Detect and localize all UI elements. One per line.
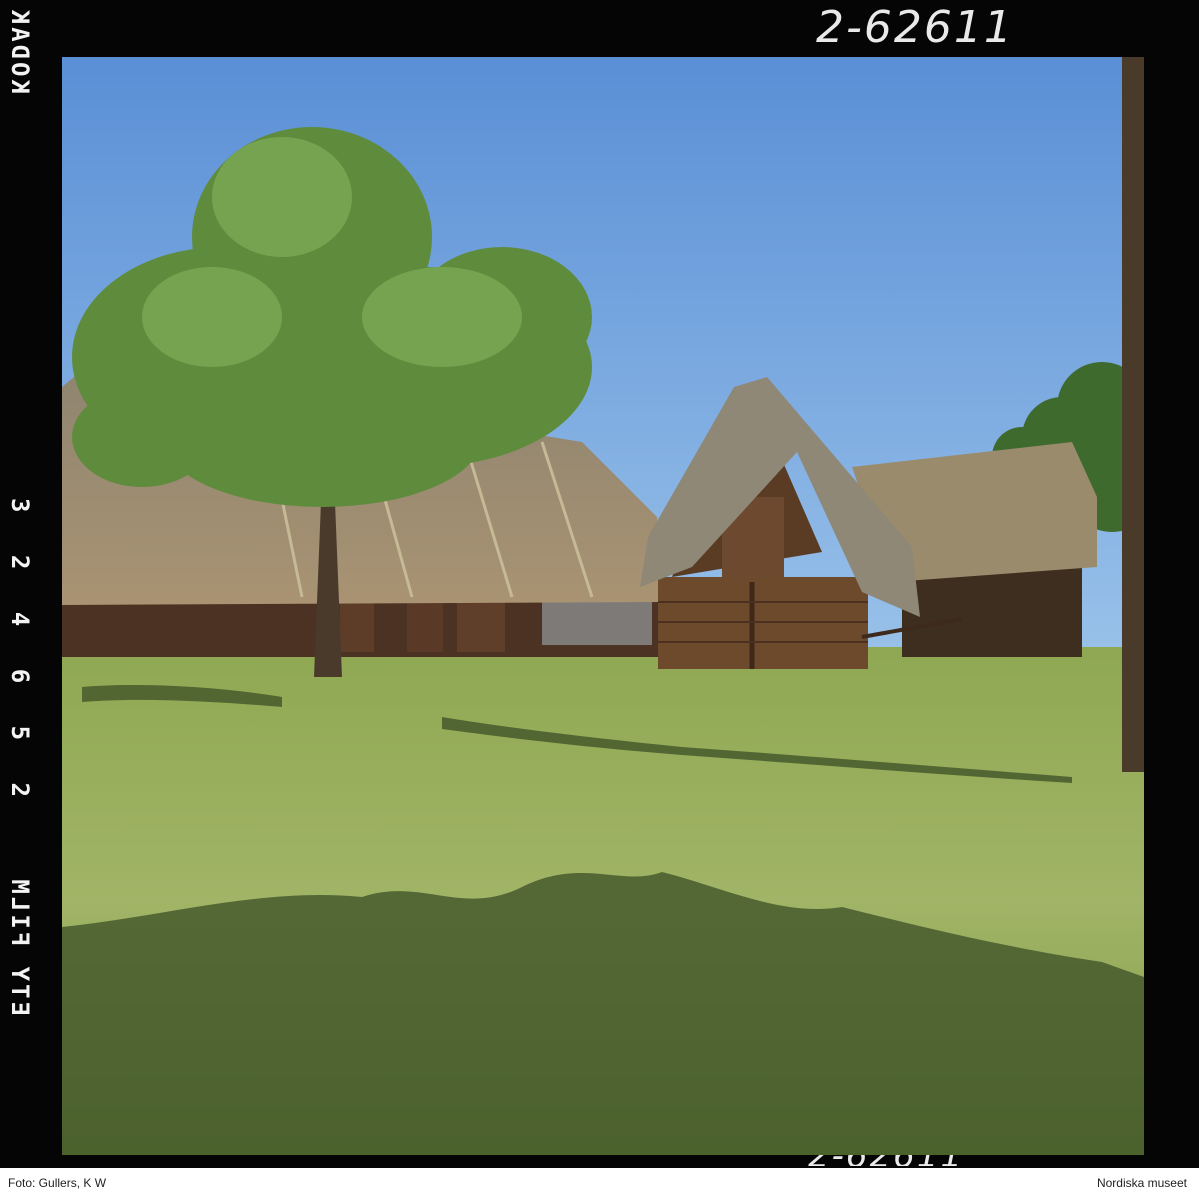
caption-bar: Foto: Gullers, K W Nordiska museet bbox=[0, 1168, 1199, 1200]
photograph bbox=[62, 57, 1144, 1155]
photo-scene bbox=[62, 57, 1144, 1155]
film-edge-bottom-text: ETY FILM bbox=[6, 876, 34, 1016]
wooden-pole bbox=[1122, 57, 1144, 772]
institution-name: Nordiska museet bbox=[1096, 1176, 1187, 1190]
film-edge-brand-text: KODAK SAFETY FILM bbox=[6, 0, 34, 94]
film-edge-frame-numbers: 3 2 4 6 5 2 bbox=[6, 498, 34, 811]
film-frame: KODAK SAFETY FILM 3 2 4 6 5 2 ETY FILM 2… bbox=[0, 0, 1199, 1168]
frame-code-top: 2-62611 bbox=[816, 2, 1014, 53]
photo-credit: Foto: Gullers, K W bbox=[8, 1176, 107, 1190]
